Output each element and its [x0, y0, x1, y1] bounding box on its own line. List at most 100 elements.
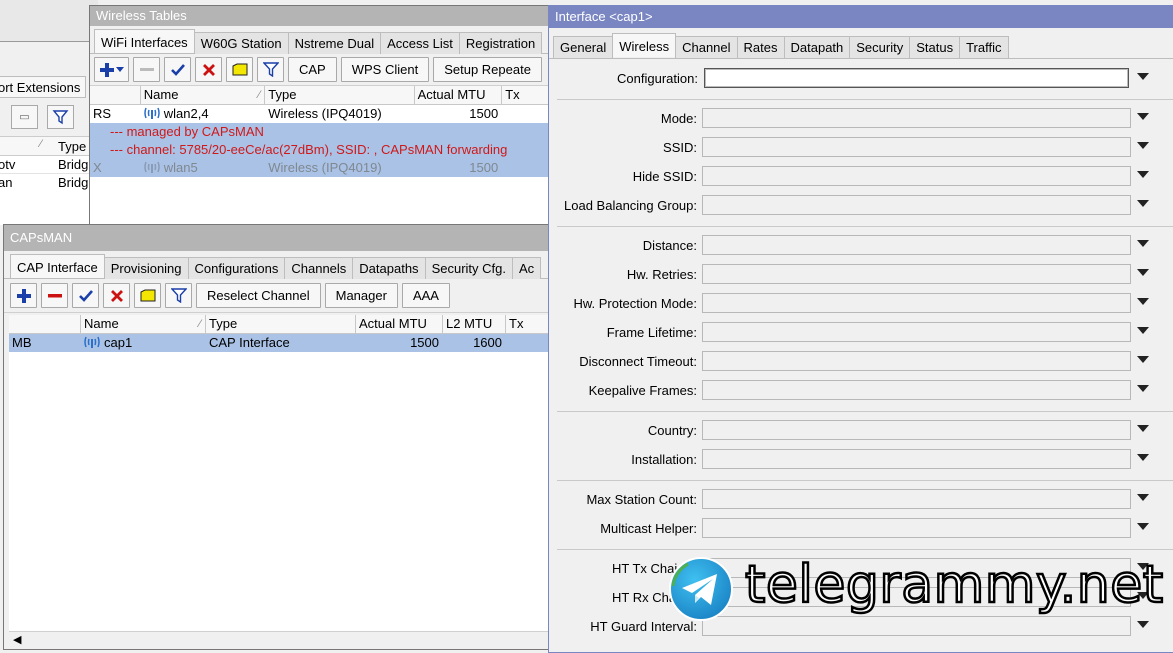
disconnect-timeout-dropdown-icon[interactable] — [1137, 356, 1149, 363]
manager-button[interactable]: Manager — [324, 283, 398, 308]
disable-button[interactable] — [195, 57, 222, 82]
remove-button[interactable] — [41, 283, 68, 308]
tab-datapath[interactable]: Datapath — [783, 36, 851, 58]
installation-field[interactable] — [702, 449, 1131, 469]
tab-configurations[interactable]: Configurations — [187, 257, 286, 279]
col-actual-mtu[interactable]: Actual MTU — [356, 315, 443, 333]
tab-traffic[interactable]: Traffic — [959, 36, 1009, 58]
ssid-dropdown-icon[interactable] — [1137, 142, 1149, 149]
table-row[interactable]: RS wlan2,4 Wireless (IPQ4019) 1500 — [90, 105, 550, 123]
hide-ssid-field[interactable] — [702, 166, 1131, 186]
window-title[interactable]: Interface <cap1> — [549, 6, 1173, 28]
filter-button[interactable] — [257, 57, 284, 82]
country-field[interactable] — [702, 420, 1131, 440]
tab-security-cfg[interactable]: Security Cfg. — [424, 257, 513, 279]
col-type[interactable]: Type — [265, 86, 415, 104]
sort-mark: ⁄ — [40, 138, 42, 150]
hw-protection-mode-field[interactable] — [702, 293, 1131, 313]
country-dropdown-icon[interactable] — [1137, 425, 1149, 432]
tab-channels[interactable]: Channels — [284, 257, 354, 279]
mode-dropdown-icon[interactable] — [1137, 113, 1149, 120]
tab-channel[interactable]: Channel — [675, 36, 738, 58]
enable-button[interactable] — [164, 57, 191, 82]
col-flags[interactable] — [90, 86, 141, 104]
frame-lifetime-field[interactable] — [702, 322, 1131, 342]
configuration-field[interactable] — [704, 68, 1129, 88]
configuration-row: Configuration: — [549, 68, 1173, 90]
hw-protection-dropdown-icon[interactable] — [1137, 298, 1149, 305]
col-actual-mtu[interactable]: Actual MTU — [415, 86, 503, 104]
tab-general[interactable]: General — [553, 36, 614, 58]
remove-button[interactable] — [133, 57, 160, 82]
horizontal-scrollbar[interactable]: ◀ — [9, 631, 550, 649]
add-button[interactable] — [10, 283, 37, 308]
keepalive-frames-field[interactable] — [702, 380, 1131, 400]
tab-access-list[interactable]: Access List — [380, 32, 460, 54]
tab-more[interactable]: Ac — [511, 257, 542, 279]
frame-lifetime-dropdown-icon[interactable] — [1137, 327, 1149, 334]
distance-dropdown-icon[interactable] — [1137, 240, 1149, 247]
window-title[interactable]: Wireless Tables — [90, 6, 550, 26]
filter-icon[interactable] — [47, 105, 74, 129]
tab-security[interactable]: Security — [849, 36, 911, 58]
filter-button[interactable] — [165, 283, 192, 308]
col-l2-mtu[interactable]: L2 MTU — [443, 315, 506, 333]
reselect-channel-button[interactable]: Reselect Channel — [196, 283, 321, 308]
hide-ssid-dropdown-icon[interactable] — [1137, 171, 1149, 178]
tab-datapaths[interactable]: Datapaths — [352, 257, 426, 279]
col-tx[interactable]: Tx — [506, 315, 550, 333]
hw-retries-dropdown-icon[interactable] — [1137, 269, 1149, 276]
col-name[interactable]: Name ⁄ — [81, 315, 206, 333]
wps-client-button[interactable]: WPS Client — [340, 57, 430, 82]
distance-field[interactable] — [702, 235, 1131, 255]
setup-repeater-button[interactable]: Setup Repeate — [433, 57, 542, 82]
tab-wifi-interfaces[interactable]: WiFi Interfaces — [94, 29, 195, 53]
ssid-field[interactable] — [702, 137, 1131, 157]
tab-w60g-station[interactable]: W60G Station — [193, 32, 289, 54]
tab-provisioning[interactable]: Provisioning — [103, 257, 189, 279]
comment-row[interactable]: --- managed by CAPsMAN — [90, 123, 550, 141]
window-title[interactable]: CAPsMAN — [4, 225, 550, 251]
load-balancing-group-field[interactable] — [702, 195, 1131, 215]
hw-retries-field[interactable] — [702, 264, 1131, 284]
tab-cap-interface[interactable]: CAP Interface — [10, 254, 105, 278]
tab-rates[interactable]: Rates — [736, 36, 785, 58]
divider — [557, 549, 1173, 550]
wireless-interface-icon — [144, 161, 160, 173]
table-row[interactable]: otv Bridg — [0, 156, 90, 174]
comment-button[interactable] — [134, 283, 161, 308]
checkmark-icon — [170, 63, 185, 76]
enable-button[interactable] — [72, 283, 99, 308]
max-station-count-field[interactable] — [702, 489, 1131, 509]
comment-button[interactable] — [226, 57, 253, 82]
tab-status[interactable]: Status — [909, 36, 961, 58]
cap-button[interactable]: CAP — [288, 57, 337, 82]
installation-dropdown-icon[interactable] — [1137, 454, 1149, 461]
disconnect-timeout-field[interactable] — [702, 351, 1131, 371]
scroll-left-icon[interactable]: ◀ — [13, 633, 21, 646]
bg-tab-extensions[interactable]: ort Extensions — [0, 76, 86, 98]
col-name[interactable]: Name ⁄ — [141, 86, 266, 104]
multicast-helper-dropdown-icon[interactable] — [1137, 523, 1149, 530]
mode-field[interactable] — [702, 108, 1131, 128]
col-tx[interactable]: Tx — [502, 86, 550, 104]
aaa-button[interactable]: AAA — [401, 283, 450, 308]
sort-mark: ⁄ — [199, 318, 201, 330]
disable-button[interactable] — [103, 283, 130, 308]
multicast-helper-field[interactable] — [702, 518, 1131, 538]
col-type[interactable]: Type — [206, 315, 356, 333]
configuration-dropdown-icon[interactable] — [1137, 73, 1149, 80]
bg-toolbar-button[interactable]: ▭ — [11, 105, 38, 129]
tab-nstreme-dual[interactable]: Nstreme Dual — [287, 32, 382, 54]
table-row[interactable]: MB cap1 CAP Interface 1500 1600 — [9, 334, 550, 352]
table-row[interactable]: an Bridg — [0, 174, 90, 192]
col-flags[interactable] — [9, 315, 81, 333]
load-balancing-dropdown-icon[interactable] — [1137, 200, 1149, 207]
max-station-dropdown-icon[interactable] — [1137, 494, 1149, 501]
table-row[interactable]: X wlan5 Wireless (IPQ4019) 1500 — [90, 159, 550, 177]
comment-row[interactable]: --- channel: 5785/20-eeCe/ac(27dBm), SSI… — [90, 141, 550, 159]
keepalive-dropdown-icon[interactable] — [1137, 385, 1149, 392]
add-button[interactable] — [94, 57, 129, 82]
tab-registration[interactable]: Registration — [458, 32, 543, 54]
tab-wireless[interactable]: Wireless — [612, 33, 677, 57]
